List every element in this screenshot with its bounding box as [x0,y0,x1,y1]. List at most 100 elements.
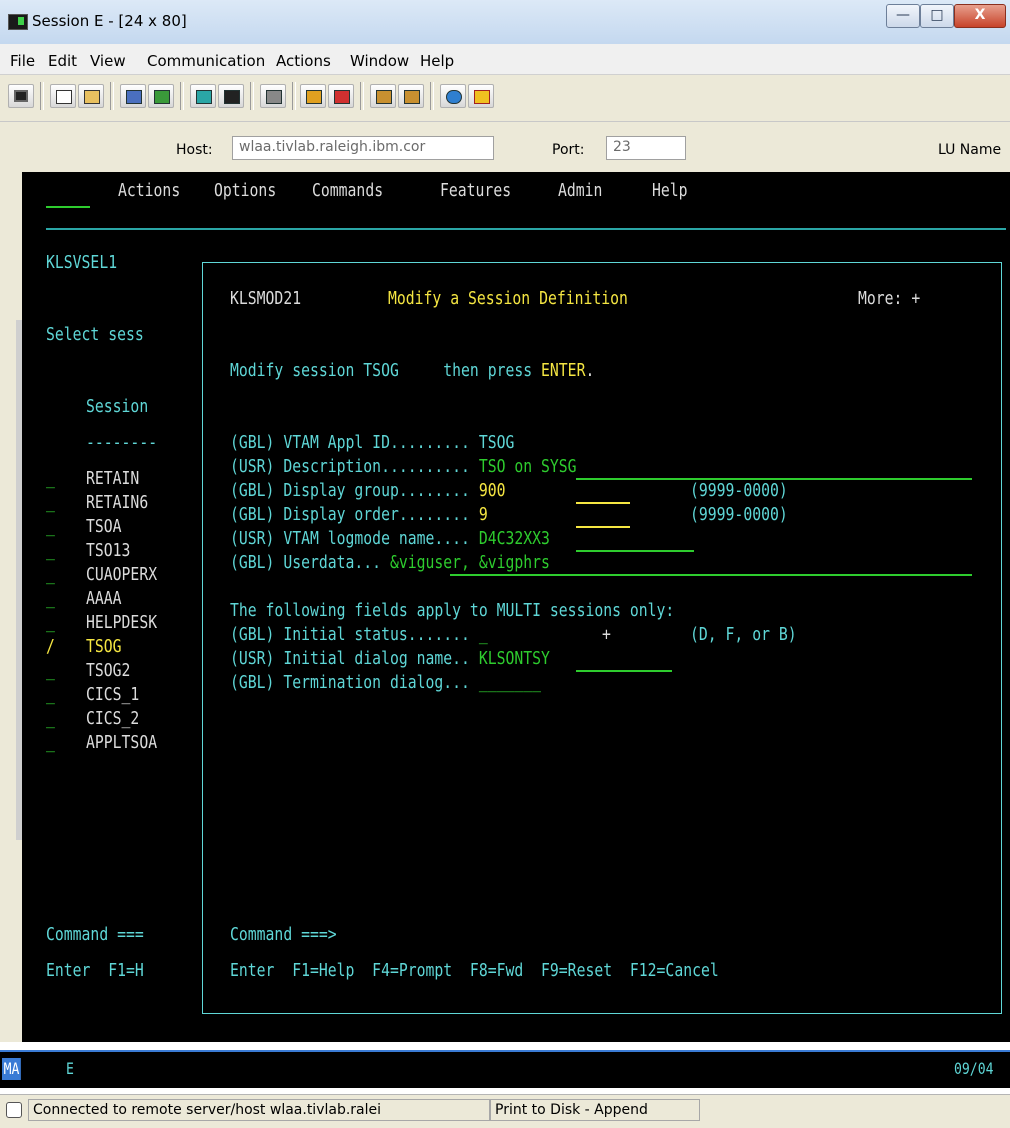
select-field[interactable]: _ [46,540,55,562]
transfer-down-icon[interactable] [398,84,424,108]
command-line-left[interactable]: Command === [46,924,144,946]
select-field[interactable]: _ [46,564,55,586]
terminal-screen[interactable]: Actions Options Commands Features Admin … [22,172,1010,1042]
connection-status: Connected to remote server/host wlaa.tiv… [28,1099,490,1121]
multi-sessions-note: The following fields apply to MULTI sess… [230,600,675,621]
select-field[interactable]: _ [46,588,55,610]
menu-help[interactable]: Help [420,52,454,70]
menu-edit[interactable]: Edit [48,52,77,70]
initial-dialog-row: (USR) Initial dialog name.. KLSONTSY [230,648,550,669]
lu-name-label: LU Name [938,142,1002,158]
userdata-row: (GBL) Userdata... &viguser, &vigphrs [230,552,550,573]
window-title: Session E - [24 x 80] [32,12,187,30]
action-bar-input-field[interactable] [46,206,90,208]
display-order-range: (9999-0000) [690,504,788,525]
host-label: Host: [176,142,213,158]
host-field[interactable]: wlaa.tivlab.raleigh.ibm.cor [232,136,494,160]
menu-communication[interactable]: Communication [147,52,265,70]
logmode-field[interactable]: D4C32XX3 [479,528,550,549]
display-icon[interactable] [8,84,34,108]
session-icon [8,14,28,30]
session-column-rule: -------- [86,432,158,453]
connect-icon[interactable] [300,84,326,108]
description-field[interactable]: TSO on SYSG [479,456,577,477]
record-icon[interactable] [218,84,244,108]
keyboard-icon[interactable] [260,84,286,108]
initial-status-field[interactable]: _ [479,624,488,645]
disconnect-icon[interactable] [328,84,354,108]
session-name: RETAIN6 [86,492,149,513]
maximize-button[interactable]: □ [920,4,954,28]
more-indicator[interactable]: More: + [858,288,920,310]
action-actions[interactable]: Actions [118,180,180,202]
host-bar [0,122,1010,173]
transfer-up-icon[interactable] [370,84,396,108]
toolbar-separator [40,82,44,110]
menu-file[interactable]: File [10,52,35,70]
port-label: Port: [552,142,585,158]
enter-keyword: ENTER [541,360,586,381]
action-commands[interactable]: Commands [312,180,383,202]
toolbar-separator [292,82,296,110]
termination-dialog-field[interactable]: _______ [479,672,541,693]
action-options[interactable]: Options [214,180,276,202]
action-features[interactable]: Features [440,180,511,202]
dialog-title: Modify a Session Definition [388,288,628,309]
dialog-instruction: Modify session TSOG then press ENTER. [230,360,595,381]
initial-status-row: (GBL) Initial status....... _ [230,624,488,645]
display-order-field[interactable]: 9 [479,504,488,525]
display-group-field[interactable]: 900 [479,480,506,501]
display-order-row: (GBL) Display order........ 9 [230,504,488,525]
minimize-button[interactable]: — [886,4,920,28]
send-file-icon[interactable] [120,84,146,108]
select-field[interactable]: _ [46,708,55,730]
session-name: HELPDESK [86,612,158,633]
display-group-range: (9999-0000) [690,480,788,501]
port-field[interactable]: 23 [606,136,686,160]
paste-icon[interactable] [78,84,104,108]
dialog-id: KLSMOD21 [230,288,302,309]
display-group-row: (GBL) Display group........ 900 [230,480,506,501]
session-name: TSOA [86,516,122,537]
globe-icon[interactable] [440,84,466,108]
description-row: (USR) Description.......... TSO on SYSG [230,456,577,477]
oia-cursor-position: 09/04 [954,1059,994,1078]
pencil-icon[interactable] [468,84,494,108]
select-field-selected[interactable]: / [46,636,55,658]
session-name-selected: TSOG [86,636,122,657]
session-name: TSO13 [86,540,131,561]
toolbar-separator [180,82,184,110]
toolbar-separator [250,82,254,110]
display-order-underline [576,526,630,528]
initial-status-prompt-plus[interactable]: + [602,624,611,646]
select-field[interactable]: _ [46,468,55,490]
close-button[interactable]: X [954,4,1006,28]
panel-id: KLSVSEL1 [46,252,118,273]
dialog-command-line[interactable]: Command ===> [230,924,337,946]
initial-dialog-field[interactable]: KLSONTSY [479,648,550,669]
receive-file-icon[interactable] [148,84,174,108]
userdata-field[interactable]: &viguser, &vigphrs [390,552,550,573]
action-admin[interactable]: Admin [558,180,602,202]
select-field[interactable]: _ [46,612,55,634]
dialog-function-keys: Enter F1=Help F4=Prompt F8=Fwd F9=Reset … [230,960,719,981]
select-field[interactable]: _ [46,660,55,682]
copy-icon[interactable] [50,84,76,108]
select-field[interactable]: _ [46,684,55,706]
macro-icon[interactable] [190,84,216,108]
session-name: RETAIN [86,468,140,489]
menu-view[interactable]: View [90,52,126,70]
select-field[interactable]: _ [46,732,55,754]
select-field[interactable]: _ [46,516,55,538]
select-field[interactable]: _ [46,492,55,514]
termination-dialog-row: (GBL) Termination dialog... _______ [230,672,542,693]
session-name: CUAOPERX [86,564,158,585]
function-keys-left: Enter F1=H [46,960,144,981]
menu-actions[interactable]: Actions [276,52,331,70]
operator-info-area: MA E 09/04 [0,1052,1010,1088]
action-help[interactable]: Help [652,180,688,202]
initial-status-options: (D, F, or B) [690,624,797,645]
menu-window[interactable]: Window [350,52,409,70]
oia-session-letter: E [66,1059,74,1078]
print-status: Print to Disk - Append [490,1099,700,1121]
